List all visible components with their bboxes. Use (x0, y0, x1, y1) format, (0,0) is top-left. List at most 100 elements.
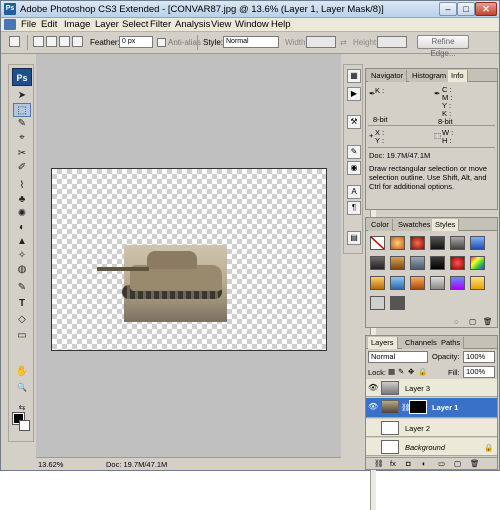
layer-comps-icon[interactable]: ▤ (347, 231, 361, 245)
style-swatch[interactable] (430, 256, 445, 270)
maximize-button[interactable]: □ (457, 2, 475, 16)
subtract-selection-icon[interactable] (59, 36, 70, 47)
style-swatch[interactable] (430, 236, 445, 250)
layer-row[interactable]: 👁 Layer 3 (366, 379, 497, 397)
blur-tool-icon[interactable]: ◍ (13, 263, 31, 277)
minimize-button[interactable]: – (439, 2, 457, 16)
style-swatch[interactable] (370, 256, 385, 270)
type-tool-icon[interactable]: T (13, 297, 31, 311)
blend-mode-select[interactable]: Normal (368, 351, 428, 363)
new-group-icon[interactable]: ▭ (438, 459, 445, 468)
menu-file[interactable]: File (21, 19, 36, 30)
style-swatch[interactable] (410, 276, 425, 290)
style-swatch[interactable] (410, 256, 425, 270)
marquee-preset-icon[interactable] (9, 36, 20, 47)
style-swatch[interactable] (410, 236, 425, 250)
brush-tool-icon[interactable]: ♣ (13, 193, 31, 207)
brushes-panel-icon[interactable]: ✎ (347, 145, 361, 159)
lock-position-icon[interactable]: ✥ (408, 367, 414, 376)
lock-transparency-icon[interactable]: ▦ (388, 367, 395, 376)
tab-paths[interactable]: Paths (438, 337, 465, 349)
tab-styles[interactable]: Styles (432, 219, 460, 231)
tab-channels[interactable]: Channels (402, 337, 441, 349)
paragraph-panel-icon[interactable]: ¶ (347, 201, 361, 215)
fill-input[interactable]: 100% (463, 366, 495, 378)
rectangular-marquee-tool-icon[interactable]: ⬚ (13, 103, 31, 117)
add-selection-icon[interactable] (46, 36, 57, 47)
swap-icon[interactable]: ⇄ (340, 38, 347, 47)
style-swatch[interactable] (450, 276, 465, 290)
style-swatch[interactable] (450, 236, 465, 250)
rectangle-tool-icon[interactable]: ▭ (13, 329, 31, 343)
background-color-swatch[interactable] (19, 420, 30, 431)
paint-bucket-tool-icon[interactable]: ✧ (13, 249, 31, 263)
style-swatch[interactable] (430, 276, 445, 290)
menu-image[interactable]: Image (64, 19, 90, 30)
new-selection-icon[interactable] (33, 36, 44, 47)
menu-edit[interactable]: Edit (41, 19, 57, 30)
crop-tool-icon[interactable]: ✂ (13, 147, 31, 161)
actions-panel-icon[interactable]: ▶ (347, 87, 361, 101)
feather-input[interactable]: 0 px (119, 36, 153, 48)
style-swatch[interactable] (470, 236, 485, 250)
hand-tool-icon[interactable]: ✋ (13, 365, 31, 379)
zoom-level[interactable]: 13.62% (38, 460, 63, 469)
photoshop-logo[interactable]: Ps (12, 68, 32, 86)
width-input[interactable] (306, 36, 336, 48)
style-swatch[interactable] (370, 276, 385, 290)
refine-edge-button[interactable]: Refine Edge... (417, 35, 469, 58)
clone-stamp-tool-icon[interactable]: ✺ (13, 207, 31, 221)
close-button[interactable]: ✕ (475, 2, 497, 16)
layer-style-icon[interactable]: fx (390, 459, 396, 468)
clone-source-icon[interactable]: ◉ (347, 161, 361, 175)
layer-mask-thumbnail[interactable] (409, 400, 427, 414)
layer-row-selected[interactable]: 👁 ⛓ Layer 1 (366, 398, 497, 418)
menu-select[interactable]: Select (122, 19, 148, 30)
style-swatch[interactable] (450, 256, 465, 270)
layer-row[interactable]: Background 🔒 (366, 438, 497, 456)
tab-navigator[interactable]: Navigator (368, 70, 408, 82)
style-swatch[interactable] (470, 276, 485, 290)
opacity-input[interactable]: 100% (463, 351, 495, 363)
new-style-icon[interactable]: ▢ (469, 317, 476, 326)
trash-icon[interactable]: 🗑 (483, 317, 493, 326)
pen-tool-icon[interactable]: ✎ (13, 281, 31, 295)
intersect-selection-icon[interactable] (72, 36, 83, 47)
style-swatch[interactable] (470, 256, 485, 270)
eye-icon[interactable]: 👁 (368, 383, 378, 393)
menu-layer[interactable]: Layer (95, 19, 119, 30)
style-swatch[interactable] (390, 276, 405, 290)
style-swatch[interactable] (370, 296, 385, 310)
eraser-tool-icon[interactable]: ▲ (13, 235, 31, 249)
image-canvas[interactable] (51, 168, 327, 351)
menu-view[interactable]: View (211, 19, 231, 30)
link-layers-icon[interactable]: ⛓ (374, 459, 384, 468)
menu-analysis[interactable]: Analysis (175, 19, 210, 30)
trash-icon[interactable]: 🗑 (470, 459, 480, 468)
lock-pixels-icon[interactable]: ✎ (398, 367, 404, 376)
style-swatch[interactable] (390, 256, 405, 270)
lasso-tool-icon[interactable]: ✎ (13, 117, 31, 131)
style-swatch[interactable] (390, 236, 405, 250)
tab-color[interactable]: Color (368, 219, 393, 231)
style-select[interactable]: Normal (223, 36, 279, 48)
title-bar[interactable]: Ps Adobe Photoshop CS3 Extended - [CONVA… (1, 1, 499, 18)
adjustment-layer-icon[interactable]: ◐ (422, 459, 427, 468)
lock-all-icon[interactable]: 🔒 (418, 367, 427, 376)
layer-row[interactable]: Layer 2 (366, 419, 497, 437)
document-window[interactable] (36, 54, 376, 510)
tab-histogram[interactable]: Histogram (409, 70, 451, 82)
delete-style-icon[interactable]: ◌ (454, 317, 458, 326)
menu-window[interactable]: Window (235, 19, 269, 30)
app-menu-icon[interactable] (4, 19, 16, 30)
height-input[interactable] (377, 36, 407, 48)
history-panel-icon[interactable]: ▦ (347, 69, 361, 83)
eye-icon[interactable] (368, 442, 378, 452)
tool-presets-icon[interactable]: ⚒ (347, 115, 361, 129)
tab-info[interactable]: Info (448, 70, 468, 82)
magic-wand-tool-icon[interactable]: ⌖ (13, 131, 31, 145)
move-tool-icon[interactable]: ➤ (13, 89, 31, 103)
menu-filter[interactable]: Filter (150, 19, 171, 30)
add-mask-icon[interactable]: ◘ (406, 459, 411, 468)
style-none[interactable] (370, 236, 385, 250)
